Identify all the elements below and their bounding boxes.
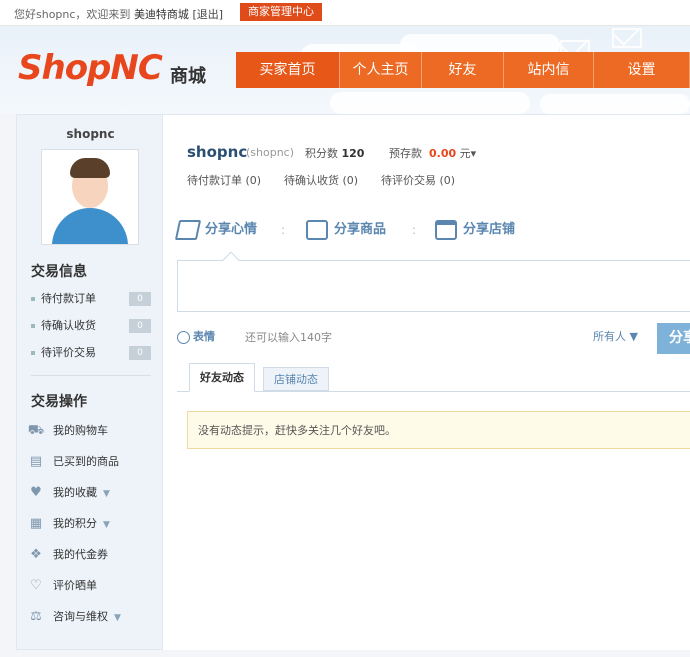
share-store-button[interactable]: 分享店铺: [435, 218, 515, 242]
heart-icon: ♡: [30, 578, 42, 593]
sidebar-item-label: 咨询与维权: [53, 610, 108, 623]
nav-settings[interactable]: 设置: [594, 52, 690, 88]
count-badge: 0: [129, 346, 151, 360]
sidebar-item-pending-review[interactable]: 待评价交易 0: [31, 345, 151, 361]
profile-handle: (shopnc): [246, 146, 295, 159]
pending-review-link[interactable]: 待评价交易 (0): [381, 172, 455, 188]
share-textarea[interactable]: [177, 260, 690, 312]
share-goods-button[interactable]: 分享商品: [306, 218, 386, 242]
tab-store-activity[interactable]: 店铺动态: [263, 367, 329, 391]
camera-icon: [306, 219, 328, 240]
envelope-icon: [612, 28, 642, 48]
deposit-value: 0.00: [429, 147, 457, 160]
deposit-unit: 元▾: [459, 147, 477, 160]
scale-icon: ⚖: [30, 609, 42, 624]
nav-buyer-home[interactable]: 买家首页: [236, 52, 340, 88]
share-submit-button[interactable]: 分享: [657, 323, 690, 354]
divider: [31, 375, 151, 376]
heart-medal-icon: ♥: [30, 485, 42, 500]
nav-personal-home[interactable]: 个人主页: [340, 52, 422, 88]
chevron-down-icon: ▼: [103, 520, 110, 530]
chevron-down-icon: ▼: [114, 613, 121, 623]
char-counter: 还可以输入140字: [245, 331, 332, 344]
sidebar-item-consult[interactable]: ⚖ 咨询与维权 ▼: [27, 608, 121, 626]
share-mood-button[interactable]: 分享心情: [174, 218, 257, 242]
sidebar-item-label: 我的收藏: [53, 486, 97, 499]
header: ShopNC 商城 买家首页 个人主页 好友 站内信 设置: [0, 26, 690, 114]
calculator-icon: ▦: [29, 516, 43, 531]
gift-icon: ❖: [30, 547, 42, 562]
emoji-button[interactable]: 表情: [177, 328, 215, 344]
trade-ops-title: 交易操作: [31, 394, 87, 410]
sidebar-item-label: 已买到的商品: [53, 455, 119, 468]
sidebar-item-favorites[interactable]: ♥ 我的收藏 ▼: [27, 484, 110, 502]
sidebar-item-vouchers[interactable]: ❖ 我的代金券: [27, 546, 108, 564]
pencil-icon: [174, 219, 202, 240]
empty-feed-notice: 没有动态提示，赶快多关注几个好友吧。: [187, 411, 690, 449]
logo-subtitle: 商城: [170, 66, 206, 87]
profile-username[interactable]: shopnc: [187, 143, 247, 161]
sidebar-username[interactable]: shopnc: [17, 127, 164, 141]
sidebar-item-label: 我的购物车: [53, 424, 108, 437]
audience-select[interactable]: 所有人 ▼: [593, 328, 638, 344]
chevron-down-icon: ▼: [103, 489, 110, 499]
nav-friends[interactable]: 好友: [422, 52, 504, 88]
trade-info-title: 交易信息: [31, 264, 87, 280]
logout-link[interactable]: [退出]: [192, 8, 223, 21]
sidebar-item-pending-payment[interactable]: 待付款订单 0: [31, 291, 151, 307]
sidebar-item-label: 待评价交易: [41, 346, 96, 359]
points-value: 120: [341, 147, 365, 160]
pending-confirm-link[interactable]: 待确认收货 (0): [284, 172, 358, 188]
store-icon: [435, 219, 457, 240]
sidebar-item-label: 待付款订单: [41, 292, 96, 305]
count-badge: 0: [129, 319, 151, 333]
main-nav: 买家首页 个人主页 好友 站内信 设置: [236, 52, 690, 88]
sidebar-item-bought[interactable]: ▤ 已买到的商品: [27, 453, 119, 471]
sidebar-item-cart[interactable]: ⛟ 我的购物车: [27, 422, 108, 440]
greeting-prefix: 您好shopnc，欢迎来到: [14, 8, 134, 21]
points-stat: 积分数 120: [305, 147, 365, 160]
sidebar-item-label: 评价晒单: [53, 579, 97, 592]
sidebar-item-label: 待确认收货: [41, 319, 96, 332]
count-badge: 0: [129, 292, 151, 306]
greeting: 您好shopnc，欢迎来到 美迪特商城 [退出]: [14, 6, 223, 22]
nav-messages[interactable]: 站内信: [504, 52, 594, 88]
deposit-stat[interactable]: 预存款 0.00 元▾: [389, 145, 476, 161]
cart-icon: ⛟: [27, 423, 45, 438]
sidebar: shopnc 交易信息 待付款订单 0 待确认收货 0 待评价交易 0 交易操作…: [16, 114, 163, 650]
sidebar-item-points[interactable]: ▦ 我的积分 ▼: [27, 515, 110, 533]
logo[interactable]: ShopNC: [18, 48, 163, 88]
avatar[interactable]: [41, 149, 139, 245]
sidebar-item-label: 我的积分: [53, 517, 97, 530]
main-content: shopnc (shopnc) 积分数 120 预存款 0.00 元▾ 待付款订…: [163, 114, 690, 650]
sidebar-item-reviews[interactable]: ♡ 评价晒单: [27, 577, 97, 595]
tab-friend-activity[interactable]: 好友动态: [189, 363, 255, 392]
site-name-link[interactable]: 美迪特商城: [134, 8, 189, 21]
sidebar-item-pending-receipt[interactable]: 待确认收货 0: [31, 318, 151, 334]
smiley-icon: [177, 330, 190, 344]
basket-icon: ▤: [29, 454, 43, 469]
seller-center-button[interactable]: 商家管理中心: [240, 3, 322, 21]
sidebar-item-label: 我的代金券: [53, 548, 108, 561]
pending-payment-link[interactable]: 待付款订单 (0): [187, 172, 261, 188]
top-bar: 您好shopnc，欢迎来到 美迪特商城 [退出] 商家管理中心: [0, 0, 690, 26]
